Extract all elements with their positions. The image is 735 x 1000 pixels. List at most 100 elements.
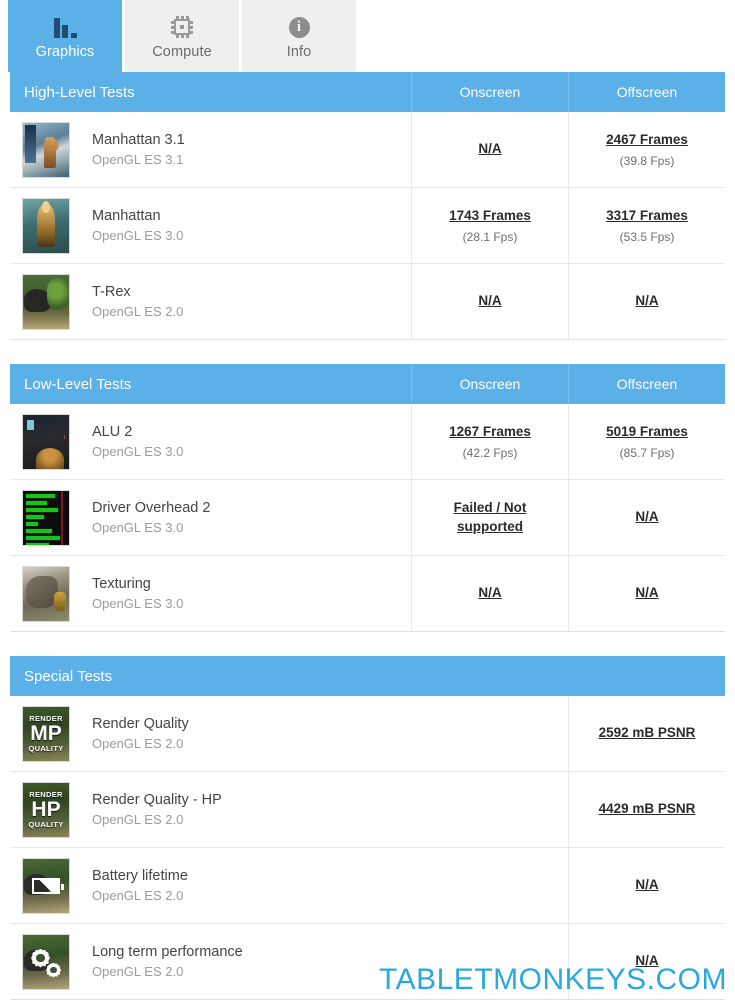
special-value-cell[interactable]: 2592 mB PSNR bbox=[568, 696, 725, 771]
table-row[interactable]: Battery lifetime OpenGL ES 2.0 N/A bbox=[10, 848, 725, 924]
test-title: Texturing bbox=[92, 576, 151, 592]
offscreen-value-cell[interactable]: 3317 Frames (53.5 Fps) bbox=[568, 188, 725, 263]
table-row[interactable]: ALU 2 OpenGL ES 3.0 1267 Frames (42.2 Fp… bbox=[10, 404, 725, 480]
badge-bottom-label: QUALITY bbox=[28, 744, 64, 753]
value-main: 5019 Frames bbox=[606, 423, 688, 439]
value-main: N/A bbox=[478, 141, 502, 157]
test-api: OpenGL ES 3.0 bbox=[92, 228, 184, 243]
section-special-tests: Special Tests RENDER MP QUALITY Render Q… bbox=[10, 656, 725, 1000]
render-quality-hp-thumbnail: RENDER HP QUALITY bbox=[22, 781, 70, 838]
column-header-onscreen: Onscreen bbox=[411, 72, 568, 112]
test-title: Render Quality bbox=[92, 716, 189, 732]
test-name-cell: RENDER HP QUALITY Render Quality - HP Op… bbox=[10, 772, 568, 847]
table-row[interactable]: Long term performance OpenGL ES 2.0 N/A bbox=[10, 924, 725, 1000]
test-title: Manhattan bbox=[92, 208, 161, 224]
test-name-cell: Manhattan 3.1 OpenGL ES 3.1 bbox=[10, 112, 411, 187]
bar-chart-icon bbox=[53, 12, 77, 38]
tab-compute[interactable]: Compute bbox=[125, 0, 239, 72]
special-value-cell[interactable]: N/A bbox=[568, 848, 725, 923]
test-name-cell: T-Rex OpenGL ES 2.0 bbox=[10, 264, 411, 339]
test-api: OpenGL ES 2.0 bbox=[92, 888, 184, 903]
value-main: 2592 mB PSNR bbox=[598, 725, 696, 741]
onscreen-value-cell[interactable]: N/A bbox=[411, 264, 568, 339]
test-title: T-Rex bbox=[92, 284, 131, 300]
table-row[interactable]: Texturing OpenGL ES 3.0 N/A N/A bbox=[10, 556, 725, 632]
offscreen-value-cell[interactable]: N/A bbox=[568, 480, 725, 555]
value-main: N/A bbox=[635, 877, 659, 893]
test-title: Manhattan 3.1 bbox=[92, 132, 185, 148]
test-name-cell: Long term performance OpenGL ES 2.0 bbox=[10, 924, 568, 999]
test-title: Render Quality - HP bbox=[92, 792, 222, 808]
value-main: N/A bbox=[478, 293, 502, 309]
test-name-cell: RENDER MP QUALITY Render Quality OpenGL … bbox=[10, 696, 568, 771]
onscreen-value-cell[interactable]: Failed / Not supported bbox=[411, 480, 568, 555]
offscreen-value-cell[interactable]: N/A bbox=[568, 556, 725, 631]
manhattan-31-thumbnail bbox=[22, 121, 70, 178]
onscreen-value-cell[interactable]: 1743 Frames (28.1 Fps) bbox=[411, 188, 568, 263]
test-name-cell: Manhattan OpenGL ES 3.0 bbox=[10, 188, 411, 263]
test-api: OpenGL ES 3.0 bbox=[92, 520, 184, 535]
value-main: N/A bbox=[635, 953, 659, 969]
tab-compute-label: Compute bbox=[152, 44, 212, 60]
value-main: N/A bbox=[635, 509, 659, 525]
info-circle-icon: i bbox=[288, 12, 310, 38]
tab-bar: Graphics Compute i Info bbox=[0, 0, 735, 72]
battery-icon bbox=[32, 877, 64, 894]
section-header-high-level: High-Level Tests Onscreen Offscreen bbox=[10, 72, 725, 112]
table-row[interactable]: T-Rex OpenGL ES 2.0 N/A N/A bbox=[10, 264, 725, 340]
value-fps: (28.1 Fps) bbox=[462, 230, 518, 245]
long-term-performance-thumbnail bbox=[22, 933, 70, 990]
column-header-onscreen: Onscreen bbox=[411, 364, 568, 404]
tab-graphics-label: Graphics bbox=[35, 44, 95, 60]
section-header-low-level: Low-Level Tests Onscreen Offscreen bbox=[10, 364, 725, 404]
cpu-chip-icon bbox=[171, 12, 193, 38]
test-title: Battery lifetime bbox=[92, 868, 188, 884]
section-header-special: Special Tests bbox=[10, 656, 725, 696]
table-row[interactable]: RENDER MP QUALITY Render Quality OpenGL … bbox=[10, 696, 725, 772]
test-api: OpenGL ES 2.0 bbox=[92, 304, 184, 319]
badge-mid-label: HP bbox=[31, 798, 61, 821]
badge-bottom-label: QUALITY bbox=[28, 820, 64, 829]
offscreen-value-cell[interactable]: 5019 Frames (85.7 Fps) bbox=[568, 404, 725, 479]
t-rex-thumbnail bbox=[22, 273, 70, 330]
column-header-empty bbox=[568, 656, 725, 696]
onscreen-value-cell[interactable]: N/A bbox=[411, 556, 568, 631]
value-fps: (85.7 Fps) bbox=[619, 446, 675, 461]
value-main: 1267 Frames bbox=[449, 423, 531, 439]
test-name-cell: Driver Overhead 2 OpenGL ES 3.0 bbox=[10, 480, 411, 555]
table-row[interactable]: Manhattan OpenGL ES 3.0 1743 Frames (28.… bbox=[10, 188, 725, 264]
offscreen-value-cell[interactable]: 2467 Frames (39.8 Fps) bbox=[568, 112, 725, 187]
onscreen-value-cell[interactable]: 1267 Frames (42.2 Fps) bbox=[411, 404, 568, 479]
table-row[interactable]: Driver Overhead 2 OpenGL ES 3.0 Failed /… bbox=[10, 480, 725, 556]
value-main: N/A bbox=[635, 293, 659, 309]
tab-info-label: Info bbox=[286, 44, 312, 60]
badge-top-label: RENDER bbox=[29, 713, 63, 723]
value-fps: (42.2 Fps) bbox=[462, 446, 518, 461]
test-title: ALU 2 bbox=[92, 424, 133, 440]
test-name-cell: Texturing OpenGL ES 3.0 bbox=[10, 556, 411, 631]
tab-graphics[interactable]: Graphics bbox=[8, 0, 122, 72]
badge-mid-label: MP bbox=[30, 722, 62, 745]
section-high-level-tests: High-Level Tests Onscreen Offscreen Manh… bbox=[10, 72, 725, 340]
table-row[interactable]: RENDER HP QUALITY Render Quality - HP Op… bbox=[10, 772, 725, 848]
offscreen-value-cell[interactable]: N/A bbox=[568, 264, 725, 339]
test-api: OpenGL ES 3.0 bbox=[92, 596, 184, 611]
value-main: 2467 Frames bbox=[606, 131, 688, 147]
value-main: Failed / Not supported bbox=[453, 500, 527, 534]
column-header-offscreen: Offscreen bbox=[568, 72, 725, 112]
manhattan-thumbnail bbox=[22, 197, 70, 254]
value-fps: (53.5 Fps) bbox=[619, 230, 675, 245]
section-title: Special Tests bbox=[24, 667, 113, 685]
battery-lifetime-thumbnail bbox=[22, 857, 70, 914]
test-title: Long term performance bbox=[92, 944, 243, 960]
tab-info[interactable]: i Info bbox=[242, 0, 356, 72]
special-value-cell[interactable]: N/A bbox=[568, 924, 725, 999]
column-header-offscreen: Offscreen bbox=[568, 364, 725, 404]
render-quality-mp-thumbnail: RENDER MP QUALITY bbox=[22, 705, 70, 762]
test-api: OpenGL ES 2.0 bbox=[92, 812, 184, 827]
onscreen-value-cell[interactable]: N/A bbox=[411, 112, 568, 187]
table-row[interactable]: Manhattan 3.1 OpenGL ES 3.1 N/A 2467 Fra… bbox=[10, 112, 725, 188]
badge-top-label: RENDER bbox=[29, 789, 63, 799]
section-title: Low-Level Tests bbox=[24, 375, 132, 393]
special-value-cell[interactable]: 4429 mB PSNR bbox=[568, 772, 725, 847]
